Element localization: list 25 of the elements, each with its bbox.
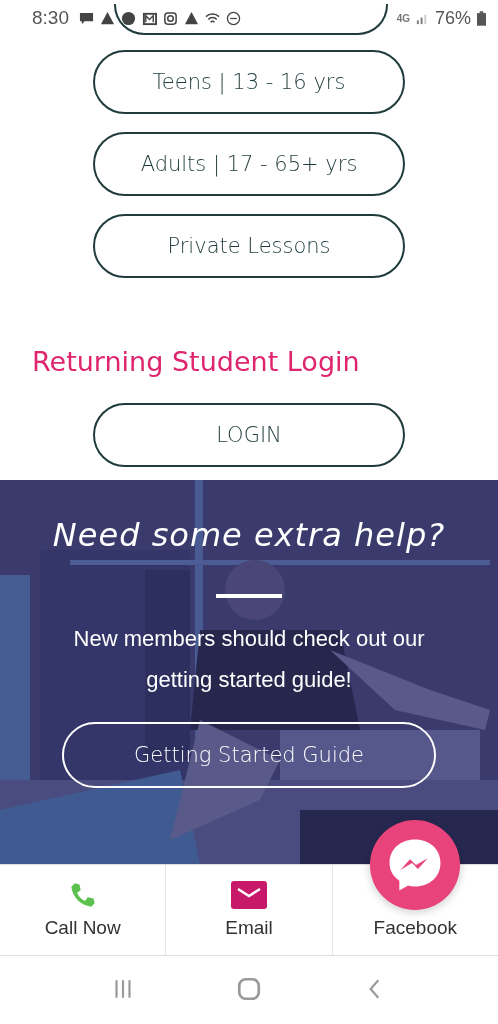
messenger-icon[interactable] bbox=[367, 818, 462, 912]
contact-link[interactable]: Email bbox=[225, 917, 273, 939]
banner-title: Need some extra help? bbox=[52, 516, 446, 554]
banner-text: New members should check out our getting started guide! bbox=[72, 625, 426, 694]
section-heading: Returning Student Login bbox=[32, 345, 360, 379]
contact-link[interactable]: Call Now bbox=[44, 917, 121, 939]
network-type: 4G bbox=[396, 12, 410, 24]
warning-icon bbox=[100, 10, 115, 26]
program-button[interactable]: Private Lessons bbox=[93, 214, 405, 278]
program-button[interactable]: Teens | 13 - 16 yrs bbox=[93, 50, 405, 114]
chat-icon bbox=[79, 10, 94, 26]
program-button[interactable]: Adults | 17 - 65+ yrs bbox=[93, 132, 405, 196]
battery-icon bbox=[477, 10, 486, 26]
guide-button[interactable]: Getting Started Guide bbox=[62, 722, 436, 788]
camera-icon bbox=[163, 10, 178, 26]
contact-link[interactable]: Facebook bbox=[373, 917, 458, 939]
circle-icon bbox=[121, 10, 136, 26]
battery-level: 76% bbox=[434, 7, 471, 29]
mail-icon bbox=[142, 10, 157, 26]
status-time: 8:30 bbox=[32, 7, 69, 29]
do-not-disturb-icon bbox=[226, 10, 241, 26]
envelope-icon bbox=[231, 881, 267, 909]
warning-icon bbox=[184, 10, 199, 26]
home-icon[interactable] bbox=[236, 976, 262, 1002]
login-button[interactable]: LOGIN bbox=[93, 403, 405, 467]
